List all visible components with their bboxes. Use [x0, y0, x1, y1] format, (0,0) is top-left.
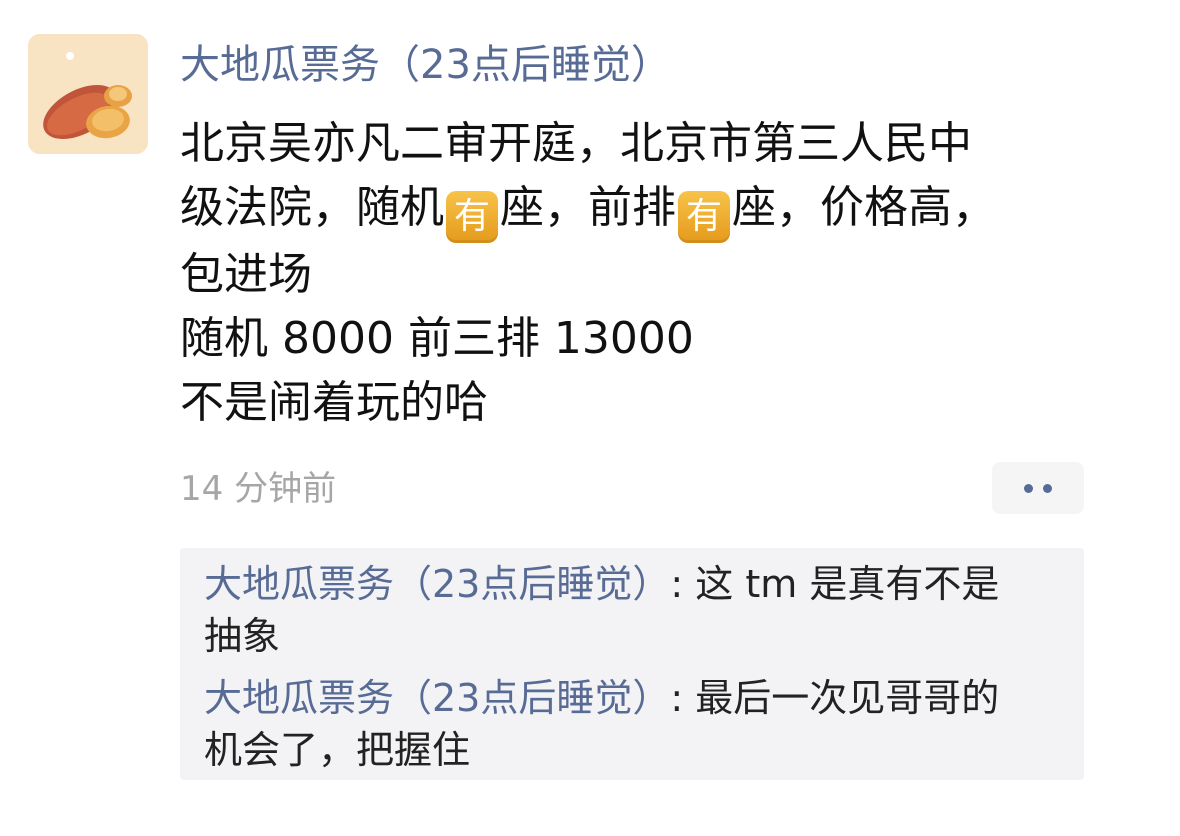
you-emoji-icon: 有 [678, 191, 730, 243]
post-line-2-part-c: 座，价格高， [732, 182, 996, 233]
post-line-3: 包进场 [180, 249, 312, 300]
comment-text: 这 tm 是真有不是 [695, 562, 1000, 606]
post-timestamp: 14 分钟前 [180, 469, 337, 509]
ellipsis-icon [1043, 483, 1052, 493]
comments-section: 大地瓜票务（23点后睡觉）: 这 tm 是真有不是 抽象 大地瓜票务（23点后睡… [180, 548, 1084, 780]
comment-text-continued: 抽象 [204, 614, 281, 658]
comment-separator: : [670, 676, 696, 720]
moments-post: 大地瓜票务（23点后睡觉） 北京吴亦凡二审开庭，北京市第三人民中 级法院，随机有… [0, 0, 1180, 836]
more-actions-button[interactable] [992, 462, 1084, 514]
post-line-2: 级法院，随机有座，前排有座，价格高， [180, 176, 1110, 243]
sweet-potato-icon [28, 34, 148, 154]
comment[interactable]: 大地瓜票务（23点后睡觉）: 这 tm 是真有不是 抽象 [204, 558, 1074, 662]
comment-text: 最后一次见哥哥的 [695, 676, 1000, 720]
comment-author[interactable]: 大地瓜票务（23点后睡觉） [204, 562, 670, 606]
post-author-name[interactable]: 大地瓜票务（23点后睡觉） [180, 36, 671, 94]
comment-line: 大地瓜票务（23点后睡觉）: 这 tm 是真有不是 [204, 558, 1074, 610]
comment[interactable]: 大地瓜票务（23点后睡觉）: 最后一次见哥哥的 机会了，把握住 [204, 672, 1074, 776]
post-content: 北京吴亦凡二审开庭，北京市第三人民中 级法院，随机有座，前排有座，价格高， 包进… [180, 112, 1110, 435]
post-line-5: 不是闹着玩的哈 [180, 377, 488, 428]
comment-text-continued: 机会了，把握住 [204, 728, 471, 772]
avatar[interactable] [28, 34, 148, 154]
post-line-4: 随机 8000 前三排 13000 [180, 313, 694, 364]
post-line-2-part-a: 级法院，随机 [180, 182, 444, 233]
ellipsis-icon [1024, 483, 1033, 493]
comment-separator: : [670, 562, 696, 606]
comment-line: 大地瓜票务（23点后睡觉）: 最后一次见哥哥的 [204, 672, 1074, 724]
post-line-2-part-b: 座，前排 [500, 182, 676, 233]
post-line-1: 北京吴亦凡二审开庭，北京市第三人民中 [180, 118, 972, 169]
you-emoji-icon: 有 [446, 191, 498, 243]
comment-author[interactable]: 大地瓜票务（23点后睡觉） [204, 676, 670, 720]
